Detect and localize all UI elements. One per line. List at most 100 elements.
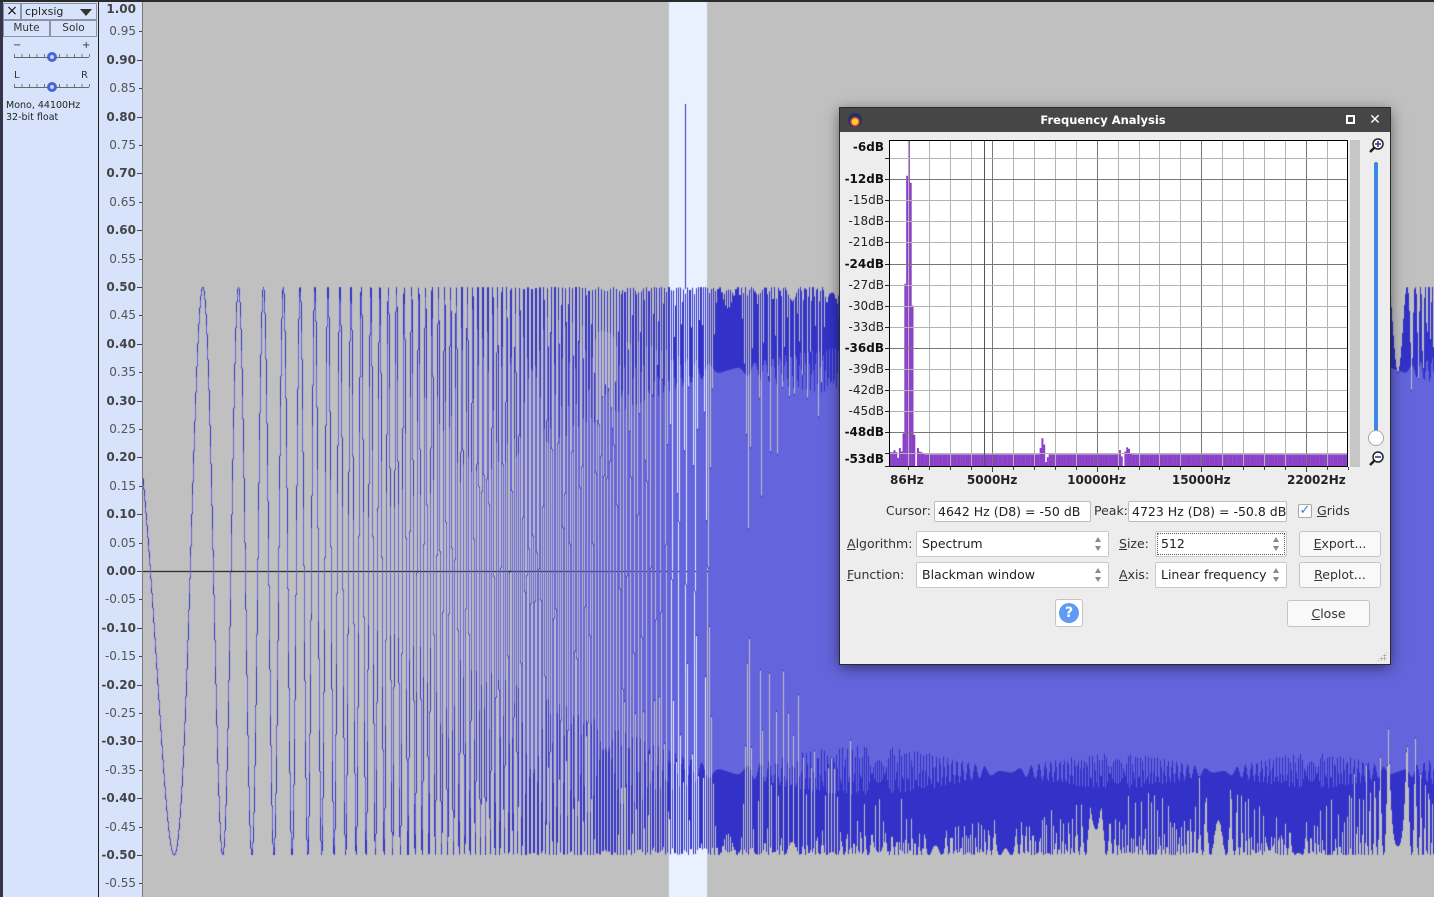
export-button[interactable]: Export... <box>1299 531 1381 557</box>
ruler-tick-label: -0.35 <box>104 762 136 777</box>
spinner-arrows-icon <box>1273 537 1280 551</box>
gain-slider-thumb[interactable] <box>46 52 57 62</box>
spectrum-bar <box>1147 454 1150 467</box>
pan-slider-thumb[interactable] <box>46 82 57 92</box>
spectrum-bar <box>893 450 896 467</box>
ruler-tick-label: 0.55 <box>109 251 136 266</box>
ruler-tick-label: -0.10 <box>101 620 136 635</box>
spectrum-bar <box>1317 454 1320 467</box>
spectrum-bar <box>1281 454 1284 467</box>
dialog-close-icon[interactable]: ✕ <box>1368 110 1382 130</box>
function-label-text: Function: <box>847 567 905 582</box>
spectrum-bar <box>1210 454 1213 467</box>
spectrum-bar <box>1297 454 1300 467</box>
resize-grip-icon[interactable] <box>1377 651 1387 661</box>
spinner-arrows-icon <box>1095 537 1102 551</box>
algorithm-select[interactable]: Spectrum <box>916 531 1109 557</box>
size-label-text: Size: <box>1119 536 1149 551</box>
spectrum-bar <box>1064 454 1067 467</box>
ruler-tick-label: 0.85 <box>109 81 136 96</box>
axis-select[interactable]: Linear frequency <box>1155 562 1287 588</box>
y-axis-label: -15dB <box>848 193 884 208</box>
spectrum-bar <box>1008 454 1011 467</box>
solo-button[interactable]: Solo <box>50 20 97 37</box>
track-name-dropdown[interactable]: cplxsig <box>21 3 97 20</box>
spectrum-bar <box>1173 454 1176 467</box>
track-close-button[interactable]: × <box>3 3 21 20</box>
spectrum-bar <box>913 434 916 467</box>
spectrum-bar <box>906 175 909 467</box>
grids-checkbox[interactable]: ✓ <box>1298 504 1312 518</box>
spectrum-bar <box>1156 454 1159 467</box>
spectrum-bar <box>1261 454 1264 467</box>
spectrum-bar <box>1277 454 1280 467</box>
axis-value: Linear frequency <box>1161 567 1267 582</box>
spectrum-bar <box>1160 454 1163 467</box>
x-axis-tick <box>1013 467 1014 470</box>
grids-label[interactable]: Grids <box>1317 503 1350 519</box>
dialog-title: Frequency Analysis <box>1040 113 1166 127</box>
x-axis-tick <box>992 467 993 472</box>
ruler-tick-label: 0.75 <box>109 138 136 152</box>
zoom-slider-track[interactable] <box>1374 162 1378 432</box>
spectrum-bar <box>925 454 928 467</box>
zoom-slider-handle[interactable] <box>1368 430 1384 446</box>
spectrum-bar <box>1109 454 1112 467</box>
spectrum-bar <box>994 454 997 467</box>
peak-readout-field[interactable]: 4723 Hz (D8) = -50.8 dB <box>1128 501 1287 522</box>
spectrum-bar <box>1106 454 1109 467</box>
replot-button[interactable]: Replot... <box>1299 562 1381 588</box>
window-function-select[interactable]: Blackman window <box>916 562 1109 588</box>
ruler-tick-label: -0.25 <box>104 706 136 720</box>
spectrum-bar <box>1216 454 1219 467</box>
y-axis-label: -36dB <box>844 340 884 355</box>
spectrum-bar <box>935 454 937 467</box>
spectrum-bar <box>1196 454 1199 467</box>
spectrum-bar <box>1137 454 1139 467</box>
spectrum-bar <box>956 454 959 467</box>
spectrum-bar <box>1236 454 1239 467</box>
x-axis-tick <box>908 467 909 470</box>
spectrum-bar <box>962 454 965 467</box>
spectrum-bar <box>992 454 995 467</box>
close-button[interactable]: Close <box>1287 600 1370 627</box>
x-axis-tick <box>1222 467 1223 470</box>
axis-label-text: Axis: <box>1119 567 1150 582</box>
zoom-in-icon[interactable] <box>1367 137 1385 155</box>
spectrum-bar <box>933 454 936 467</box>
zoom-out-icon[interactable] <box>1367 450 1385 468</box>
ruler-tick-label: 0.00 <box>106 564 136 578</box>
spectrum-bar <box>1003 454 1006 467</box>
spectrum-bar <box>1324 454 1327 467</box>
cursor-readout-field[interactable]: 4642 Hz (D8) = -50 dB <box>934 501 1091 522</box>
x-axis-label: 22002Hz <box>1287 473 1346 487</box>
spectrum-bar <box>1205 454 1208 467</box>
x-axis-tick <box>950 467 951 470</box>
ruler-tick-label: 0.90 <box>106 52 136 67</box>
size-select[interactable]: 512 <box>1155 531 1287 557</box>
spectrum-bar <box>1016 454 1019 467</box>
amplitude-ruler[interactable]: 1.00 0.95 0.90 0.85 0.80 0.75 0.70 0.65 0.60 0.55… <box>99 2 142 897</box>
spectrum-plot[interactable] <box>889 140 1348 467</box>
x-axis-tick <box>1306 467 1307 472</box>
plot-vertical-scrollbar[interactable] <box>1350 140 1360 467</box>
spectrum-bar <box>1019 454 1022 467</box>
spectrum-bar <box>972 454 975 467</box>
spectrum-bar <box>1055 454 1058 467</box>
spectrum-bar <box>1223 454 1226 467</box>
help-button[interactable]: ? <box>1055 599 1083 627</box>
spectrum-bar <box>1059 454 1062 467</box>
spectrum-bar <box>1302 454 1305 467</box>
spectrum-bar <box>1111 454 1114 467</box>
spectrum-bar <box>1028 454 1031 467</box>
spectrum-bar <box>940 454 943 467</box>
spectrum-bar <box>976 454 979 467</box>
spectrum-bar <box>1073 454 1076 467</box>
spectrum-bar <box>1162 454 1165 467</box>
maximize-icon[interactable] <box>1346 115 1355 124</box>
mute-button[interactable]: Mute <box>3 20 50 37</box>
spectrum-bar <box>1183 454 1186 467</box>
spectrum-bar <box>1144 454 1147 467</box>
spectrum-bar <box>922 452 925 467</box>
spectrum-bar <box>911 305 914 467</box>
